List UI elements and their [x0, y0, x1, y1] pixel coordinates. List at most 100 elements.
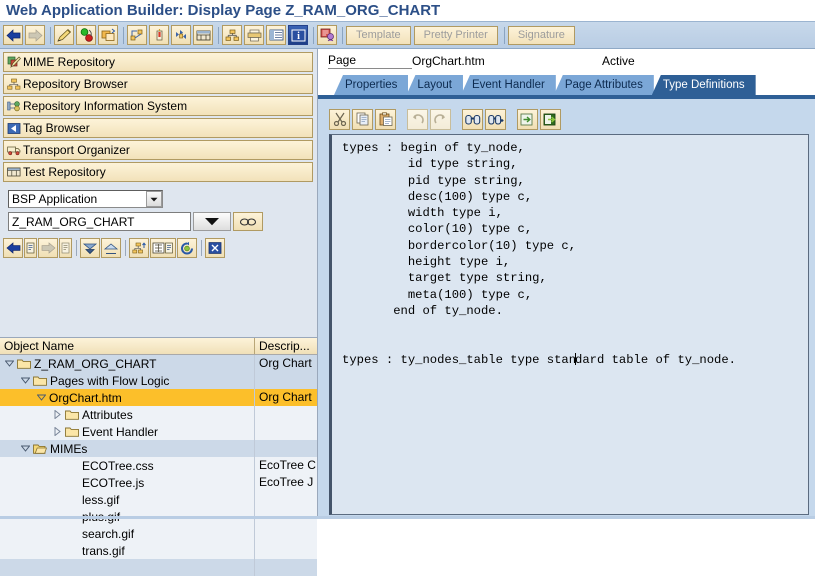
page-name-value: OrgChart.htm	[412, 54, 485, 68]
close-button[interactable]	[205, 238, 225, 258]
tree-column-description[interactable]: Descrip...	[255, 338, 317, 354]
tree-forward-list-button[interactable]	[59, 238, 72, 258]
tree-node-description	[255, 542, 317, 559]
find-next-button[interactable]	[485, 108, 506, 130]
tree-node-description: EcoTree C	[259, 458, 316, 472]
object-display-button[interactable]	[233, 212, 263, 231]
signature-button[interactable]: Signature	[507, 25, 575, 45]
change-display-button[interactable]	[54, 25, 74, 45]
copy-object-button[interactable]	[98, 25, 118, 45]
info-button[interactable]: i	[288, 25, 308, 45]
repository-browser-icon	[6, 77, 21, 92]
code-editor[interactable]: types : begin of ty_node, id type string…	[329, 134, 809, 515]
pretty-printer-button[interactable]: Pretty Printer	[413, 25, 498, 45]
chevron-down-icon[interactable]	[36, 392, 47, 403]
tree-node-name-cell: MIMEs	[0, 440, 255, 457]
tree-back-button[interactable]	[3, 238, 23, 258]
table-row[interactable]: MIMEs	[0, 440, 317, 457]
refresh-button[interactable]	[177, 238, 197, 258]
table-row[interactable]: Event Handler	[0, 423, 317, 440]
find-button[interactable]	[462, 108, 483, 130]
object-name-input[interactable]: Z_RAM_ORG_CHART	[8, 212, 191, 231]
code-after-caret: dard table of ty_node.	[575, 352, 736, 367]
sidebar-item-tag-browser[interactable]: Tag Browser	[3, 118, 313, 138]
tab-bar: Properties Layout Event Handler Page Attrib…	[318, 73, 815, 95]
undo-button[interactable]	[407, 108, 428, 130]
tree-node-description: Org Chart	[259, 356, 312, 370]
import-button[interactable]	[517, 108, 538, 130]
table-row[interactable]: less.gif	[0, 491, 317, 508]
chevron-down-icon[interactable]	[20, 443, 31, 454]
print-button[interactable]	[244, 25, 264, 45]
sidebar-item-test-repository[interactable]: Test Repository	[3, 162, 313, 182]
toolbar-separator	[218, 26, 219, 44]
tree-back-list-button[interactable]	[24, 238, 37, 258]
tree-node-label: Pages with Flow Logic	[50, 373, 170, 388]
right-panel: Page OrgChart.htm Active Properties Layou…	[318, 49, 815, 519]
object-tree: Object Name Descrip... Z_RAM_ORG_CHART Or…	[0, 337, 317, 576]
object-name-value: Z_RAM_ORG_CHART	[12, 214, 135, 229]
tree-column-object-name[interactable]: Object Name	[0, 338, 255, 354]
tree-node-label: Z_RAM_ORG_CHART	[34, 356, 157, 371]
window-title: Web Application Builder: Display Page Z_…	[0, 0, 815, 21]
sidebar-item-repository-browser[interactable]: Repository Browser	[3, 74, 313, 94]
test-button[interactable]	[193, 25, 213, 45]
tree-toolbar	[0, 235, 317, 261]
expand-all-button[interactable]	[80, 238, 100, 258]
tree-node-name-cell: ECOTree.js	[0, 474, 255, 491]
object-type-select[interactable]: BSP Application	[8, 190, 163, 208]
tab-type-definitions[interactable]: Type Definitions	[651, 75, 756, 95]
activate-button[interactable]	[76, 25, 96, 45]
cut-button[interactable]	[329, 108, 350, 130]
tree-forward-button[interactable]	[38, 238, 58, 258]
where-used-button[interactable]	[317, 25, 337, 45]
collapse-all-button[interactable]	[101, 238, 121, 258]
tab-page-attributes[interactable]: Page Attributes	[553, 75, 654, 95]
tree-node-name-cell: trans.gif	[0, 542, 255, 559]
table-row[interactable]: ECOTree.js EcoTree J	[0, 474, 317, 491]
sidebar-item-mime-repository[interactable]: MIME Repository	[3, 52, 313, 72]
chevron-right-icon[interactable]	[52, 409, 63, 420]
chevron-down-icon[interactable]	[20, 375, 31, 386]
chevron-down-icon[interactable]	[4, 358, 15, 369]
sidebar-item-label: Repository Information System	[23, 99, 188, 113]
template-button[interactable]: Template	[346, 25, 411, 45]
table-row[interactable]: Attributes	[0, 406, 317, 423]
chevron-down-icon[interactable]	[146, 191, 162, 207]
navigate-button[interactable]	[171, 25, 191, 45]
copy-button[interactable]	[352, 108, 373, 130]
table-row[interactable]: ECOTree.css EcoTree C	[0, 457, 317, 474]
sidebar-item-repository-information-system[interactable]: Repository Information System	[3, 96, 313, 116]
paste-button[interactable]	[375, 108, 396, 130]
table-row[interactable]: OrgChart.htm Org Chart	[0, 389, 317, 406]
tree-node-description	[255, 440, 317, 457]
redo-button[interactable]	[430, 108, 451, 130]
tree-node-label: MIMEs	[50, 441, 88, 456]
sidebar-item-label: Transport Organizer	[23, 143, 130, 157]
object-name-dropdown-button[interactable]	[193, 212, 231, 231]
table-button[interactable]	[266, 25, 286, 45]
tab-event-handler[interactable]: Event Handler	[460, 75, 556, 95]
filter-button[interactable]	[150, 238, 176, 258]
hierarchy-button[interactable]	[222, 25, 242, 45]
page-label: Page	[328, 53, 412, 69]
forward-arrow-button[interactable]	[25, 25, 45, 45]
table-row[interactable]: Z_RAM_ORG_CHART Org Chart	[0, 355, 317, 372]
object-list-button[interactable]	[129, 238, 149, 258]
table-row[interactable]: trans.gif	[0, 542, 317, 559]
table-row[interactable]: search.gif	[0, 525, 317, 542]
export-button[interactable]	[540, 108, 561, 130]
chevron-right-icon[interactable]	[52, 426, 63, 437]
table-row[interactable]: Pages with Flow Logic	[0, 372, 317, 389]
sidebar-item-transport-organizer[interactable]: Transport Organizer	[3, 140, 313, 160]
app-window: Web Application Builder: Display Page Z_…	[0, 0, 815, 576]
back-arrow-button[interactable]	[3, 25, 23, 45]
generate-button[interactable]	[149, 25, 169, 45]
tab-properties[interactable]: Properties	[334, 75, 409, 95]
tab-layout[interactable]: Layout	[406, 75, 463, 95]
table-row[interactable]	[0, 559, 317, 576]
other-object-button[interactable]	[127, 25, 147, 45]
